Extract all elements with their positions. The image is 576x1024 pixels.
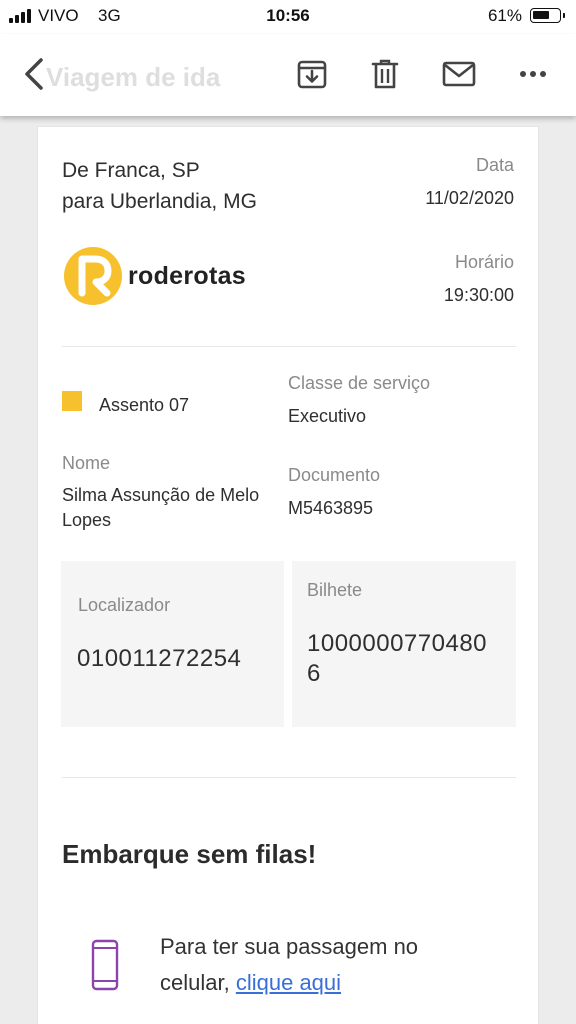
passenger-name-line2: Lopes bbox=[62, 510, 112, 530]
promo-text-line2: celular, clique aqui bbox=[160, 965, 418, 1001]
route: De Franca, SP para Uberlandia, MG bbox=[62, 155, 257, 217]
document-label: Documento bbox=[288, 465, 381, 485]
ticket-number-line1: 1000000770480 bbox=[307, 630, 488, 657]
get-ticket-link[interactable]: clique aqui bbox=[236, 970, 341, 995]
archive-icon[interactable] bbox=[292, 54, 332, 94]
more-options-icon[interactable] bbox=[513, 54, 553, 94]
time-value: 19:30:00 bbox=[443, 285, 514, 305]
company-logo: roderotas bbox=[62, 245, 246, 307]
date-value: 11/02/2020 bbox=[425, 188, 514, 208]
seat-number: Assento 07 bbox=[99, 395, 190, 415]
passenger-name-label: Nome bbox=[62, 453, 111, 473]
battery-icon bbox=[530, 8, 565, 23]
locator-box: Localizador 010011272254 bbox=[61, 561, 284, 727]
divider bbox=[62, 346, 516, 347]
trash-icon[interactable] bbox=[365, 54, 405, 94]
status-bar: VIVO 3G 10:56 61% bbox=[0, 0, 576, 34]
mail-icon[interactable] bbox=[439, 54, 479, 94]
promo-text-prefix: celular, bbox=[160, 970, 230, 995]
email-subject: Viagem de ida bbox=[46, 62, 221, 92]
seat-color-marker bbox=[62, 391, 82, 411]
route-origin: De Franca, SP bbox=[62, 159, 200, 182]
company-name: roderotas bbox=[128, 261, 247, 290]
ticket-number-line2: 6 bbox=[307, 660, 321, 687]
mobile-phone-icon bbox=[91, 939, 119, 996]
battery-percent: 61% bbox=[487, 6, 522, 25]
email-toolbar: Viagem de ida bbox=[0, 34, 576, 116]
document-value: M5463895 bbox=[288, 498, 374, 518]
passenger-name-line1: Silma Assunção de Melo bbox=[62, 485, 260, 505]
service-class-label: Classe de serviço bbox=[288, 373, 431, 393]
date-label: Data bbox=[475, 155, 514, 175]
back-icon[interactable] bbox=[14, 54, 54, 94]
divider bbox=[62, 777, 516, 778]
ticket-card: De Franca, SP para Uberlandia, MG Data 1… bbox=[37, 126, 539, 1024]
service-class-value: Executivo bbox=[288, 406, 367, 426]
locator-value: 010011272254 bbox=[77, 645, 242, 672]
route-destination: para Uberlandia, MG bbox=[62, 190, 257, 213]
ticket-number-label: Bilhete bbox=[307, 580, 363, 600]
promo-text: Para ter sua passagem no celular, clique… bbox=[160, 929, 418, 1001]
ticket-number-box: Bilhete 1000000770480 6 bbox=[292, 561, 516, 727]
promo-heading: Embarque sem filas! bbox=[62, 839, 317, 869]
roderotas-logo-icon bbox=[64, 247, 122, 305]
promo-text-line1: Para ter sua passagem no bbox=[160, 934, 419, 959]
locator-label: Localizador bbox=[78, 595, 171, 615]
time-label: Horário bbox=[454, 252, 514, 272]
